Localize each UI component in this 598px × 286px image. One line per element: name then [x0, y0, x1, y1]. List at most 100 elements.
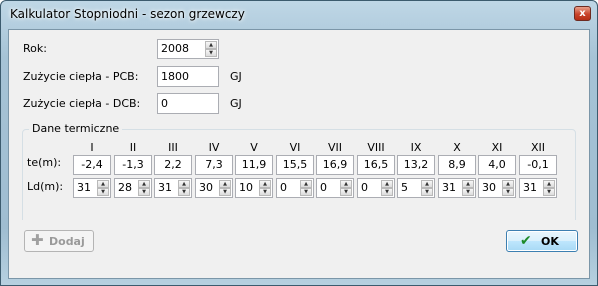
arrow-down-icon[interactable]: ▼ — [502, 188, 514, 196]
month-header: II — [129, 141, 137, 154]
month-header: XII — [530, 141, 546, 154]
arrow-up-icon[interactable]: ▲ — [421, 180, 433, 188]
month-header: V — [250, 141, 258, 154]
month-header: VI — [289, 141, 301, 154]
rok-spin-up-icon[interactable]: ▲ — [205, 41, 217, 49]
month-header: IV — [208, 141, 220, 154]
arrow-up-icon[interactable]: ▲ — [502, 180, 514, 188]
arrow-down-icon[interactable]: ▼ — [421, 188, 433, 196]
title-bar[interactable]: Kalkulator Stopniodni - sezon grzewczy x — [1, 1, 597, 29]
pcb-input[interactable]: 1800 — [157, 66, 219, 87]
arrow-down-icon[interactable]: ▼ — [97, 188, 109, 196]
te-row-label: te(m): — [27, 156, 62, 169]
rok-spinner[interactable]: 2008 ▲ ▼ — [157, 39, 219, 59]
dialog-client-area: Rok: 2008 ▲ ▼ Zużycie ciepła - PCB: 1800… — [8, 29, 590, 279]
add-button[interactable]: ✚ Dodaj — [24, 230, 94, 252]
dcb-unit: GJ — [230, 97, 242, 110]
pcb-value: 1800 — [161, 70, 189, 83]
te-input[interactable]: 8,9 — [438, 155, 476, 175]
ld-value: 0 — [280, 181, 287, 194]
month-header: VII — [327, 141, 342, 154]
ld-value: 31 — [442, 181, 456, 194]
ld-spinner[interactable]: 30 ▲ ▼ — [195, 178, 233, 198]
month-header: IX — [410, 141, 422, 154]
dialog-window: Kalkulator Stopniodni - sezon grzewczy x… — [0, 0, 598, 286]
arrow-down-icon[interactable]: ▼ — [219, 188, 231, 196]
te-input[interactable]: 7,3 — [195, 155, 233, 175]
arrow-up-icon[interactable]: ▲ — [219, 180, 231, 188]
ld-value: 28 — [118, 181, 132, 194]
rok-label: Rok: — [23, 42, 47, 55]
ld-value: 5 — [401, 181, 408, 194]
dcb-input[interactable]: 0 — [157, 93, 219, 114]
ld-spinner[interactable]: 30 ▲ ▼ — [478, 178, 516, 198]
ld-value: 0 — [320, 181, 327, 194]
dcb-value: 0 — [161, 97, 168, 110]
close-button[interactable]: x — [574, 6, 591, 21]
arrow-down-icon[interactable]: ▼ — [340, 188, 352, 196]
ld-spinner[interactable]: 28 ▲ ▼ — [114, 178, 152, 198]
window-title: Kalkulator Stopniodni - sezon grzewczy — [10, 7, 245, 21]
rok-value: 2008 — [161, 42, 189, 55]
ld-value: 0 — [361, 181, 368, 194]
ld-spinner[interactable]: 31 ▲ ▼ — [519, 178, 557, 198]
arrow-down-icon[interactable]: ▼ — [138, 188, 150, 196]
ld-spinner[interactable]: 0 ▲ ▼ — [357, 178, 395, 198]
close-icon: x — [579, 8, 586, 19]
te-input[interactable]: -1,3 — [114, 155, 152, 175]
group-title: Dane termiczne — [29, 122, 123, 135]
pcb-label: Zużycie ciepła - PCB: — [23, 70, 139, 83]
rok-spin-down-icon[interactable]: ▼ — [205, 49, 217, 57]
ld-spinner[interactable]: 0 ▲ ▼ — [316, 178, 354, 198]
arrow-up-icon[interactable]: ▲ — [259, 180, 271, 188]
ld-spinner[interactable]: 5 ▲ ▼ — [397, 178, 435, 198]
ld-spinner[interactable]: 31 ▲ ▼ — [438, 178, 476, 198]
te-input[interactable]: 13,2 — [397, 155, 435, 175]
ld-spinner[interactable]: 31 ▲ ▼ — [154, 178, 192, 198]
ok-button-label: OK — [541, 235, 559, 248]
arrow-up-icon[interactable]: ▲ — [462, 180, 474, 188]
te-input[interactable]: 16,5 — [357, 155, 395, 175]
arrow-down-icon[interactable]: ▼ — [381, 188, 393, 196]
arrow-up-icon[interactable]: ▲ — [340, 180, 352, 188]
ld-row-label: Ld(m): — [27, 180, 64, 193]
button-bar — [9, 220, 589, 278]
ld-spinner[interactable]: 0 ▲ ▼ — [276, 178, 314, 198]
ld-spinner[interactable]: 10 ▲ ▼ — [235, 178, 273, 198]
arrow-up-icon[interactable]: ▲ — [300, 180, 312, 188]
arrow-up-icon[interactable]: ▲ — [97, 180, 109, 188]
te-input[interactable]: 11,9 — [235, 155, 273, 175]
arrow-up-icon[interactable]: ▲ — [543, 180, 555, 188]
arrow-up-icon[interactable]: ▲ — [381, 180, 393, 188]
month-header: I — [90, 141, 94, 154]
checkmark-icon: ✔ — [520, 233, 532, 249]
te-input[interactable]: -2,4 — [73, 155, 111, 175]
ld-spinner[interactable]: 31 ▲ ▼ — [73, 178, 111, 198]
pcb-unit: GJ — [230, 70, 242, 83]
te-input[interactable]: 4,0 — [478, 155, 516, 175]
plus-icon: ✚ — [31, 231, 44, 249]
arrow-up-icon[interactable]: ▲ — [138, 180, 150, 188]
month-header: III — [168, 141, 178, 154]
arrow-down-icon[interactable]: ▼ — [300, 188, 312, 196]
add-button-label: Dodaj — [49, 235, 85, 248]
te-input[interactable]: 15,5 — [276, 155, 314, 175]
te-input[interactable]: -0,1 — [519, 155, 557, 175]
dcb-label: Zużycie ciepła - DCB: — [23, 97, 141, 110]
month-header: X — [453, 141, 461, 154]
ld-value: 31 — [77, 181, 91, 194]
te-input[interactable]: 16,9 — [316, 155, 354, 175]
ld-value: 30 — [482, 181, 496, 194]
month-header: XI — [491, 141, 503, 154]
te-input[interactable]: 2,2 — [154, 155, 192, 175]
ld-value: 31 — [523, 181, 537, 194]
ok-button[interactable]: ✔ OK — [506, 230, 578, 252]
arrow-down-icon[interactable]: ▼ — [462, 188, 474, 196]
arrow-down-icon[interactable]: ▼ — [259, 188, 271, 196]
ld-value: 30 — [199, 181, 213, 194]
arrow-down-icon[interactable]: ▼ — [543, 188, 555, 196]
ld-value: 10 — [239, 181, 253, 194]
arrow-down-icon[interactable]: ▼ — [178, 188, 190, 196]
arrow-up-icon[interactable]: ▲ — [178, 180, 190, 188]
month-header: VIII — [367, 141, 385, 154]
